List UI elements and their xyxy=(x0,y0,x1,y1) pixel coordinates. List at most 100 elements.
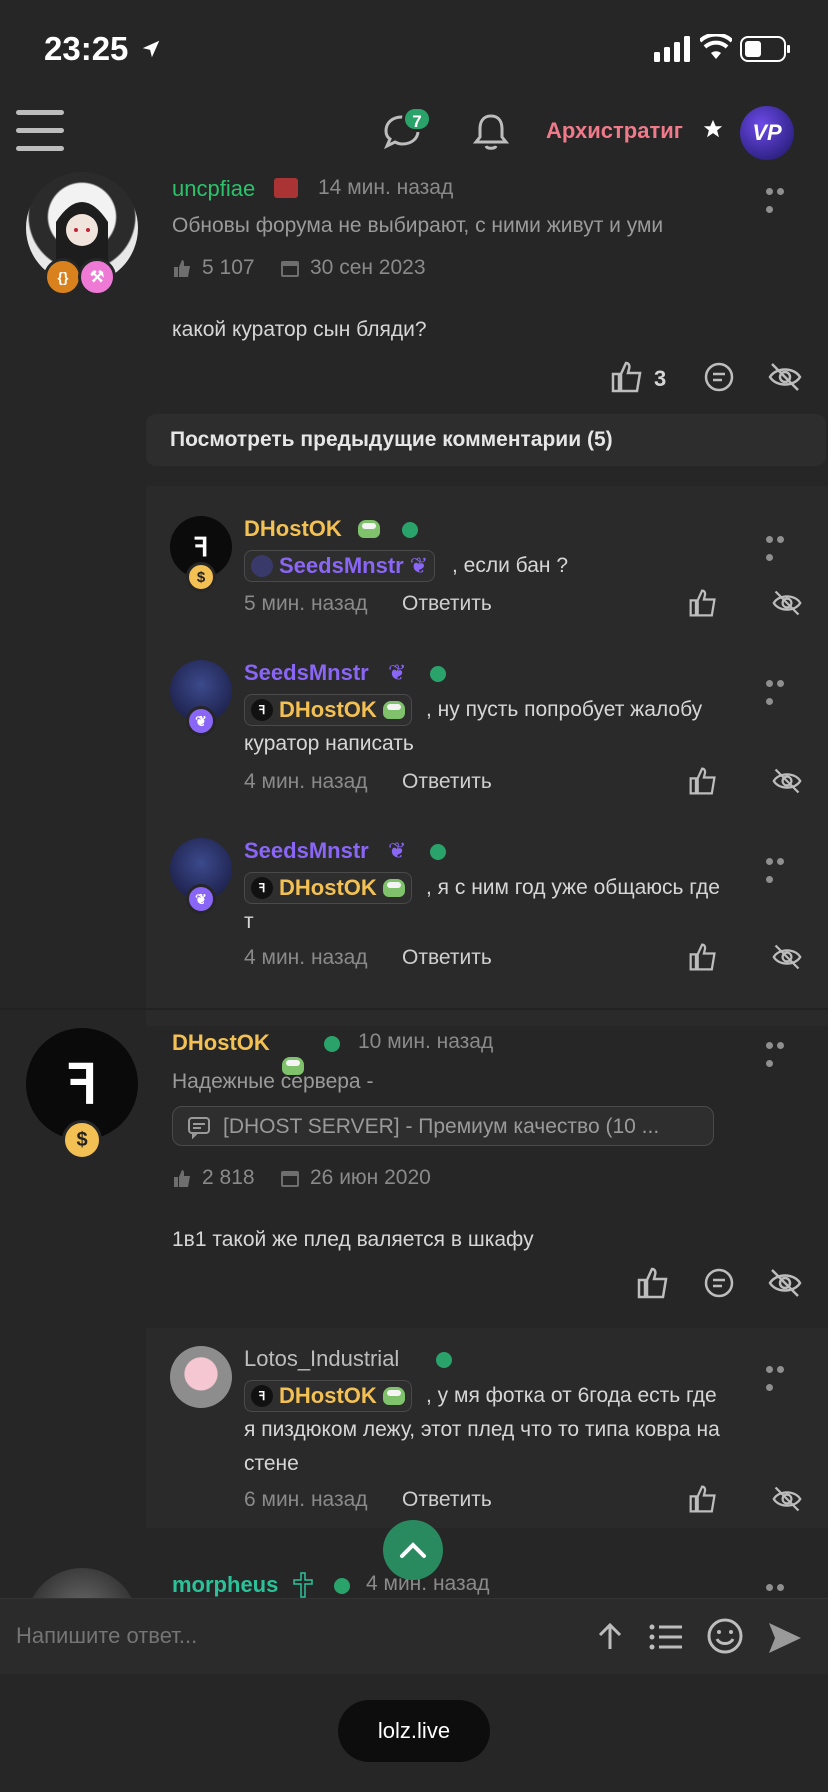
thread-content: {} ⚒ uncpfiae 14 мин. назад Обновы форум… xyxy=(0,168,828,1598)
join-date: 30 сен 2023 xyxy=(310,256,426,279)
mention-name: DHostOK xyxy=(279,1383,377,1408)
reply-message-cont: т xyxy=(244,910,254,933)
reply-button[interactable]: Ответить xyxy=(402,1488,492,1512)
frog-emoji-icon xyxy=(358,520,380,538)
show-previous-comments-button[interactable]: Посмотреть предыдущие комментарии (5) xyxy=(146,414,826,466)
more-options-icon[interactable] xyxy=(766,1578,798,1591)
reply-time[interactable]: 6 мин. назад xyxy=(244,1488,368,1512)
reply-author[interactable]: DHostOK xyxy=(244,516,342,542)
show-previous-comments-label: Посмотреть предыдущие комментарии (5) xyxy=(170,428,613,451)
butterfly-badge-icon: ❦ xyxy=(186,884,216,914)
hide-icon[interactable] xyxy=(772,1484,802,1514)
like-icon[interactable] xyxy=(636,1266,670,1300)
user-likes: 5 107 xyxy=(202,256,255,279)
emoji-icon[interactable] xyxy=(706,1617,744,1655)
like-icon[interactable] xyxy=(688,1484,718,1514)
post-time[interactable]: 10 мин. назад xyxy=(358,1030,493,1054)
reply-time[interactable]: 4 мин. назад xyxy=(244,946,368,970)
reply-author[interactable]: SeedsMnstr xyxy=(244,660,369,686)
battery-icon xyxy=(740,36,790,62)
hide-icon[interactable] xyxy=(768,1266,802,1300)
thread-link[interactable]: [DHOST SERVER] - Премиум качество (10 ..… xyxy=(172,1106,714,1146)
bell-icon[interactable] xyxy=(472,112,510,152)
hide-icon[interactable] xyxy=(772,942,802,972)
current-user-avatar[interactable]: VP xyxy=(740,106,794,160)
list-icon[interactable] xyxy=(648,1621,684,1653)
current-username[interactable]: Архистратиг xyxy=(546,118,683,144)
join-date: 26 июн 2020 xyxy=(310,1166,431,1189)
more-options-icon[interactable] xyxy=(766,1036,798,1067)
like-icon[interactable] xyxy=(688,588,718,618)
frog-emoji-icon xyxy=(382,879,405,897)
reply-message-cont: стене xyxy=(244,1452,299,1475)
chat-count-badge: 7 xyxy=(402,106,432,132)
user-mention[interactable]: ꟻ DHostOK xyxy=(244,694,412,726)
calendar-icon xyxy=(281,261,299,277)
online-indicator xyxy=(324,1036,340,1052)
send-icon[interactable] xyxy=(766,1619,804,1657)
status-bar: 23:25 xyxy=(0,0,828,100)
reply-author[interactable]: SeedsMnstr xyxy=(244,838,369,864)
post-author[interactable]: morpheus xyxy=(172,1572,278,1598)
like-icon[interactable] xyxy=(688,766,718,796)
user-title: Обновы форума не выбирают, с ними живут … xyxy=(172,214,664,237)
butterfly-icon: ❦ xyxy=(388,838,407,863)
calendar-icon xyxy=(281,1171,299,1187)
online-indicator xyxy=(334,1578,350,1594)
like-icon[interactable] xyxy=(688,942,718,972)
comment-icon[interactable] xyxy=(702,360,736,394)
user-likes: 2 818 xyxy=(202,1166,255,1189)
more-options-icon[interactable] xyxy=(766,182,798,213)
post-author[interactable]: uncpfiae xyxy=(172,176,255,202)
butterfly-icon: ❦ xyxy=(388,660,407,685)
post-author[interactable]: DHostOK xyxy=(172,1030,270,1056)
more-options-icon[interactable] xyxy=(766,530,798,561)
user-mention[interactable]: ꟻ DHostOK xyxy=(244,1380,412,1412)
reply-time[interactable]: 5 мин. назад xyxy=(244,592,368,616)
cellular-signal-icon xyxy=(654,36,690,62)
reply-composer xyxy=(0,1598,828,1674)
more-options-icon[interactable] xyxy=(766,1360,798,1391)
reply-message: , я с ним год уже общаюсь где xyxy=(426,876,720,899)
user-mention[interactable]: SeedsMnstr ❦ xyxy=(244,550,436,582)
reply-input[interactable] xyxy=(16,1623,516,1649)
mention-name: DHostOK xyxy=(279,875,377,900)
post-time[interactable]: 14 мин. назад xyxy=(318,176,453,200)
reply-message: , ну пусть попробует жалобу xyxy=(426,698,703,721)
mention-name: SeedsMnstr xyxy=(279,553,404,578)
post-divider xyxy=(0,1008,828,1010)
scroll-to-top-button[interactable] xyxy=(383,1520,443,1580)
mention-avatar: ꟻ xyxy=(251,699,273,721)
reply-message-cont: я пиздюком лежу, этот плед что то типа к… xyxy=(244,1418,720,1441)
mention-avatar: ꟻ xyxy=(251,1385,273,1407)
user-mention[interactable]: ꟻ DHostOK xyxy=(244,872,412,904)
mention-avatar xyxy=(251,555,273,577)
reply-button[interactable]: Ответить xyxy=(402,770,492,794)
hide-icon[interactable] xyxy=(768,360,802,394)
like-count: 3 xyxy=(654,366,667,391)
url-bar[interactable]: lolz.live xyxy=(338,1700,490,1762)
thumb-up-icon xyxy=(174,260,190,277)
developer-badge-icon: {} xyxy=(44,258,82,296)
comment-icon[interactable] xyxy=(702,1266,736,1300)
avatar[interactable] xyxy=(26,1568,138,1598)
avatar[interactable] xyxy=(170,1346,232,1408)
hamburger-menu-icon[interactable] xyxy=(16,110,64,152)
clock: 23:25 xyxy=(44,30,129,67)
upload-arrow-icon[interactable] xyxy=(594,1621,626,1653)
more-options-icon[interactable] xyxy=(766,852,798,883)
reply-time[interactable]: 4 мин. назад xyxy=(244,770,368,794)
user-flag-icon xyxy=(274,178,298,198)
reply-button[interactable]: Ответить xyxy=(402,592,492,616)
hide-icon[interactable] xyxy=(772,766,802,796)
star-icon xyxy=(703,119,723,138)
reply-button[interactable]: Ответить xyxy=(402,946,492,970)
comment-thread-icon xyxy=(188,1117,210,1139)
like-icon[interactable] xyxy=(610,360,644,394)
browser-bar: lolz.live xyxy=(0,1674,828,1792)
hide-icon[interactable] xyxy=(772,588,802,618)
reply-message: , если бан ? xyxy=(452,554,569,577)
more-options-icon[interactable] xyxy=(766,674,798,705)
reply-author[interactable]: Lotos_Industrial xyxy=(244,1346,399,1372)
online-indicator xyxy=(402,522,418,538)
